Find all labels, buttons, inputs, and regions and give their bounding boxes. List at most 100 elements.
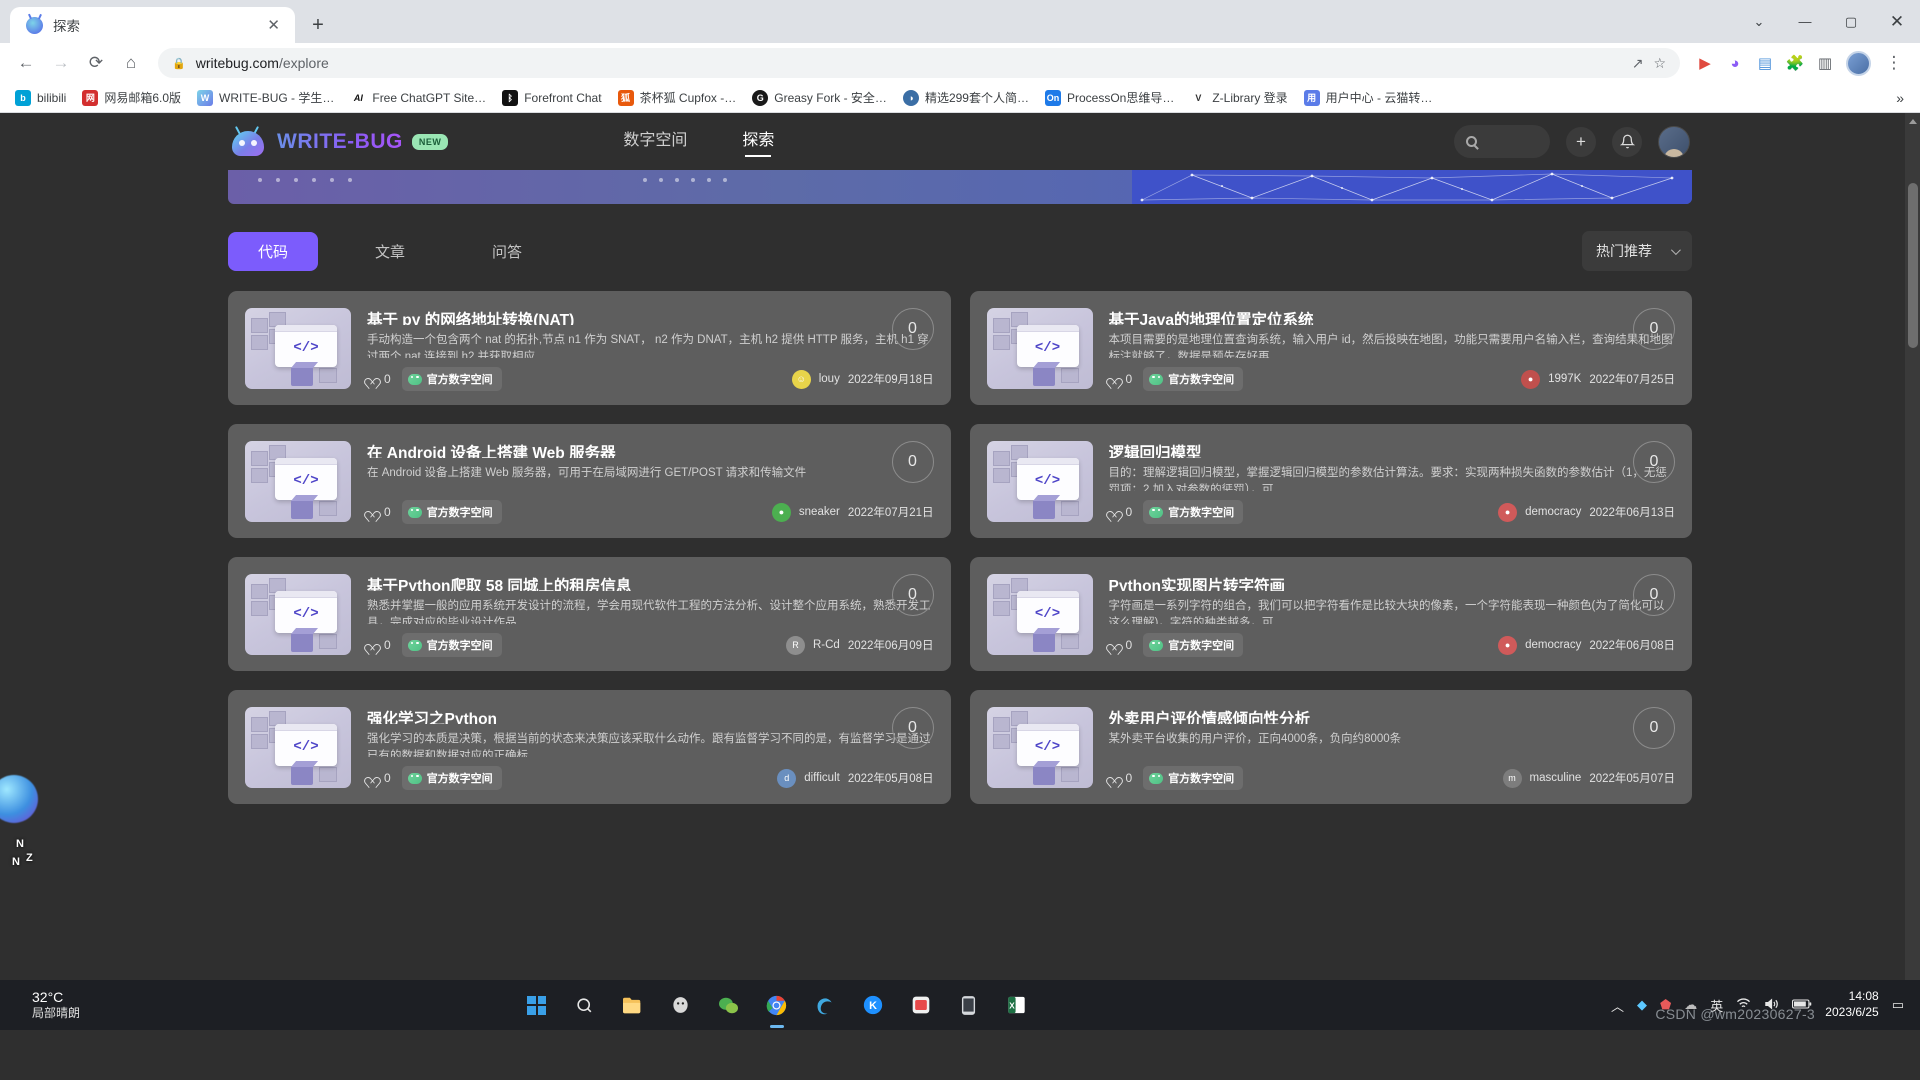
- battery-icon[interactable]: [1792, 998, 1812, 1013]
- project-card[interactable]: </> 外卖用户评价情感倾向性分析 某外卖平台收集的用户评价，正向4000条，负向约…: [969, 690, 1692, 804]
- bookmark-item[interactable]: On ProcessOn思维导…: [1038, 86, 1181, 109]
- like-count[interactable]: 0: [1109, 771, 1133, 785]
- tab-articles[interactable]: 文章: [345, 232, 435, 271]
- new-tab-button[interactable]: +: [304, 11, 332, 39]
- project-card[interactable]: </> 逻辑回归模型 目的：理解逻辑回归模型，掌握逻辑回归模型的参数估计算法。要求：…: [969, 424, 1692, 538]
- author-avatar[interactable]: ●: [771, 502, 791, 522]
- author-name[interactable]: 1997K: [1548, 373, 1581, 385]
- maximize-button[interactable]: ▢: [1828, 0, 1874, 43]
- like-count[interactable]: 0: [367, 771, 391, 785]
- author-name[interactable]: sneaker: [799, 506, 840, 518]
- qq-button[interactable]: [661, 985, 701, 1025]
- author-name[interactable]: R-Cd: [813, 639, 840, 651]
- author-avatar[interactable]: R: [785, 635, 805, 655]
- kugou-button[interactable]: K: [853, 985, 893, 1025]
- project-card[interactable]: </> 在 Android 设备上搭建 Web 服务器在 Android 设备上搭…: [228, 424, 951, 538]
- minimize-button[interactable]: —: [1782, 0, 1828, 43]
- chevron-down-icon[interactable]: ⌄: [1736, 0, 1782, 43]
- share-icon[interactable]: ↗: [1632, 55, 1644, 72]
- nav-item-digital-space[interactable]: 数字空间: [623, 126, 687, 157]
- excel-button[interactable]: X: [997, 985, 1037, 1025]
- author-avatar[interactable]: ☺: [791, 369, 811, 389]
- author-name[interactable]: louy: [819, 373, 840, 385]
- official-space-tag[interactable]: 官方数字空间: [1143, 500, 1244, 524]
- forward-icon[interactable]: →: [45, 47, 77, 79]
- tencent-meeting-button[interactable]: [901, 985, 941, 1025]
- notifications-bell-icon[interactable]: [1612, 126, 1642, 157]
- like-count[interactable]: 0: [367, 372, 391, 386]
- reload-icon[interactable]: ⟳: [80, 47, 112, 79]
- bookmark-item[interactable]: b bilibili: [8, 87, 73, 109]
- bookmark-star-icon[interactable]: ☆: [1653, 55, 1666, 72]
- search-input[interactable]: [1454, 125, 1550, 158]
- bookmark-item[interactable]: 网 网易邮箱6.0版: [75, 86, 188, 109]
- project-card[interactable]: </> Python实现图片转字符画 字符画是一系列字符的组合，我们可以把字符看作是…: [969, 557, 1692, 671]
- project-card[interactable]: </> 基于 py 的网络地址转换(NAT) 手动构造一个包含两个 nat 的拓扑,…: [228, 291, 951, 405]
- site-logo[interactable]: WRITE-BUG NEW: [228, 125, 449, 158]
- bookmark-item[interactable]: 用 用户中心 - 云猫转…: [1297, 86, 1440, 109]
- close-window-button[interactable]: ✕: [1874, 0, 1920, 43]
- profile-avatar[interactable]: [1846, 50, 1871, 76]
- bookmark-item[interactable]: W WRITE-BUG - 学生…: [190, 86, 341, 109]
- add-button[interactable]: +: [1566, 126, 1596, 157]
- like-count[interactable]: 0: [1109, 372, 1133, 386]
- notification-center-icon[interactable]: ▭: [1892, 997, 1904, 1013]
- official-space-tag[interactable]: 官方数字空间: [401, 367, 502, 391]
- project-card[interactable]: </> 强化学习之Python 强化学习的本质是决策，根据当前的状态来决策应该采取什…: [228, 690, 951, 804]
- taskbar-search-button[interactable]: [565, 985, 605, 1025]
- official-space-tag[interactable]: 官方数字空间: [1143, 766, 1244, 790]
- media-play-icon[interactable]: ▶: [1691, 49, 1719, 77]
- file-explorer-button[interactable]: [613, 985, 653, 1025]
- start-button[interactable]: [517, 985, 557, 1025]
- bookmark-item[interactable]: G Greasy Fork - 安全…: [745, 86, 894, 109]
- sort-dropdown[interactable]: 热门推荐: [1582, 231, 1692, 271]
- browser-tab[interactable]: 探索 ✕: [10, 7, 295, 43]
- bookmark-item[interactable]: ◑ 精选299套个人简…: [896, 86, 1036, 109]
- author-avatar[interactable]: ●: [1498, 502, 1518, 522]
- official-space-tag[interactable]: 官方数字空间: [401, 633, 502, 657]
- taskbar-clock[interactable]: 14:08 2023/6/25: [1825, 989, 1878, 1020]
- like-count[interactable]: 0: [367, 505, 391, 519]
- chrome-button[interactable]: [757, 985, 797, 1025]
- author-name[interactable]: masculine: [1530, 772, 1582, 784]
- author-avatar[interactable]: m: [1502, 768, 1522, 788]
- puzzle-icon[interactable]: 🧩: [1781, 49, 1809, 77]
- bookmarks-overflow-icon[interactable]: »: [1888, 90, 1912, 106]
- bookmark-item[interactable]: AI Free ChatGPT Site…: [343, 87, 493, 109]
- author-name[interactable]: difficult: [804, 772, 840, 784]
- author-avatar[interactable]: ●: [1521, 369, 1541, 389]
- author-name[interactable]: democracy: [1525, 639, 1581, 651]
- tab-code[interactable]: 代码: [228, 231, 319, 271]
- tray-shield-icon[interactable]: ⬟: [1660, 997, 1671, 1013]
- page-scrollbar[interactable]: [1905, 113, 1920, 1000]
- wechat-button[interactable]: [709, 985, 749, 1025]
- close-tab-icon[interactable]: ✕: [262, 16, 285, 35]
- scrollbar-thumb[interactable]: [1908, 183, 1918, 348]
- like-count[interactable]: 0: [1109, 638, 1133, 652]
- wifi-icon[interactable]: [1736, 997, 1751, 1013]
- project-card[interactable]: </> 基于Python爬取 58 同城上的租房信息 熟悉并掌握一般的应用系统开发设…: [228, 557, 951, 671]
- weather-widget[interactable]: 32°C 局部晴朗: [0, 989, 230, 1022]
- official-space-tag[interactable]: 官方数字空间: [1143, 633, 1244, 657]
- home-icon[interactable]: ⌂: [115, 47, 147, 79]
- tray-expand-chevron-icon[interactable]: ︿: [1611, 996, 1624, 1015]
- back-icon[interactable]: ←: [10, 47, 42, 79]
- tab-qa[interactable]: 问答: [462, 232, 552, 271]
- official-space-tag[interactable]: 官方数字空间: [1143, 367, 1244, 391]
- phone-link-button[interactable]: [949, 985, 989, 1025]
- pie-chart-icon[interactable]: ◕: [1721, 49, 1749, 77]
- official-space-tag[interactable]: 官方数字空间: [401, 500, 502, 524]
- bookmark-item[interactable]: 狐 茶杯狐 Cupfox -…: [611, 86, 744, 109]
- scroll-up-arrow-icon[interactable]: [1909, 119, 1917, 124]
- wallet-icon[interactable]: ▤: [1751, 49, 1779, 77]
- volume-icon[interactable]: [1764, 997, 1779, 1014]
- bookmark-item[interactable]: V Z-Library 登录: [1183, 86, 1294, 109]
- tray-input-language[interactable]: 英: [1710, 996, 1723, 1015]
- sidebar-panel-icon[interactable]: ▥: [1811, 49, 1839, 77]
- nav-item-explore[interactable]: 探索: [742, 126, 774, 157]
- author-name[interactable]: democracy: [1525, 506, 1581, 518]
- browser-menu-icon[interactable]: ⋮: [1878, 47, 1910, 79]
- tray-security-icon[interactable]: ◆: [1637, 997, 1647, 1013]
- project-card[interactable]: </> 基于Java的地理位置定位系统 本项目需要的是地理位置查询系统，输入用户 i…: [969, 291, 1692, 405]
- author-avatar[interactable]: d: [777, 768, 797, 788]
